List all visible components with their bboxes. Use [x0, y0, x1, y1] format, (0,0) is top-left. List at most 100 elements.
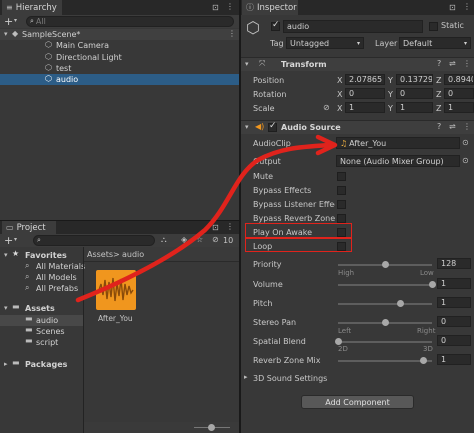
bypass-reverb-zones-checkbox[interactable] [337, 214, 346, 223]
menu-dots-icon[interactable]: ⋮ [463, 3, 471, 11]
breadcrumb-assets[interactable]: Assets [87, 250, 113, 259]
preset-sliders-icon[interactable]: ⇌ [449, 60, 456, 68]
audio-file-asset[interactable]: After_You [96, 270, 136, 323]
preset-sliders-icon[interactable]: ⇌ [449, 123, 456, 131]
lock-icon[interactable]: ⊡ [212, 4, 219, 12]
spatial-blend-value-field[interactable]: 0 [437, 335, 471, 346]
priority-slider-knob[interactable] [381, 261, 389, 268]
expand-arrow-icon[interactable]: ▾ [245, 61, 249, 68]
layer-dropdown[interactable]: Default ▾ [399, 37, 471, 49]
folder-item[interactable]: ▬ script [0, 337, 83, 348]
constrain-proportions-link-icon[interactable]: ⊘ [323, 104, 330, 112]
output-field[interactable]: None (Audio Mixer Group) [336, 155, 460, 167]
position-y-field[interactable]: 0.13729 [396, 74, 433, 85]
collapsed-arrow-icon[interactable]: ▸ [4, 361, 8, 368]
expand-arrow-icon[interactable]: ▾ [245, 124, 249, 131]
hierarchy-item[interactable]: ⬡ test [0, 63, 239, 74]
dropdown-arrow-icon[interactable]: ▾ [14, 237, 17, 243]
menu-dots-icon[interactable]: ⋮ [463, 60, 471, 68]
position-z-value: 0.89405 [448, 75, 473, 84]
favorites-row[interactable]: ▾ ★ Favorites [0, 250, 83, 261]
dropdown-arrow-icon[interactable]: ▾ [14, 18, 17, 24]
pitch-value-field[interactable]: 1 [437, 297, 471, 308]
priority-value-field[interactable]: 128 [437, 258, 471, 269]
menu-dots-icon[interactable]: ⋮ [463, 123, 471, 131]
menu-dots-icon[interactable]: ⋮ [228, 30, 236, 38]
icon-size-slider-knob[interactable] [208, 424, 215, 431]
object-picker-icon[interactable]: ⊙ [462, 139, 469, 147]
rotation-x-field[interactable]: 0 [345, 88, 385, 99]
scale-z-field[interactable]: 1 [444, 102, 474, 113]
hierarchy-add-button[interactable]: + [4, 15, 13, 28]
spatial-blend-slider-track[interactable] [338, 341, 432, 343]
assets-row[interactable]: ▾ ▬ Assets [0, 303, 83, 314]
lock-icon[interactable]: ⊡ [449, 4, 456, 12]
hidden-packages-eye-icon[interactable]: ⊘ [212, 236, 219, 244]
pitch-slider-track[interactable] [338, 303, 432, 305]
static-checkbox[interactable] [429, 22, 438, 31]
stereo-pan-value-field[interactable]: 0 [437, 316, 471, 327]
search-icon: ⌕ [25, 261, 30, 270]
help-icon[interactable]: ? [437, 60, 441, 68]
mute-checkbox[interactable] [337, 172, 346, 181]
hierarchy-item[interactable]: ⬡ Directional Light [0, 52, 239, 63]
rotation-y-field[interactable]: 0 [396, 88, 433, 99]
stereo-pan-slider-knob[interactable] [381, 319, 389, 326]
packages-row[interactable]: ▸ ▬ Packages [0, 359, 83, 370]
3d-sound-settings-label[interactable]: 3D Sound Settings [253, 374, 327, 383]
folder-item-selected[interactable]: ▬ audio [0, 315, 83, 326]
audio-clip-field[interactable]: ♫ After_You [336, 137, 460, 149]
transform-axes-icon: ⤧ [259, 59, 266, 68]
rotation-x-value: 0 [349, 89, 355, 98]
filter-by-label-icon[interactable]: ◈ [181, 236, 187, 244]
audio-source-enabled-checkbox[interactable] [268, 121, 277, 132]
pitch-slider-knob[interactable] [397, 300, 405, 307]
spatial-blend-slider-knob[interactable] [334, 338, 342, 345]
object-name-input[interactable]: audio [283, 20, 423, 33]
bypass-listener-effects-checkbox[interactable] [337, 200, 346, 209]
volume-slider-knob[interactable] [428, 281, 436, 288]
collapsed-arrow-icon[interactable]: ▸ [244, 374, 248, 381]
volume-slider-track[interactable] [338, 284, 432, 286]
tab-inspector[interactable]: ⓘ Inspector [242, 0, 298, 15]
tab-project[interactable]: ▭ Project [2, 221, 56, 234]
scene-row[interactable]: ▾ ◆ SampleScene* ⋮ [0, 29, 239, 40]
menu-dots-icon[interactable]: ⋮ [226, 3, 234, 11]
reverb-zone-mix-value-field[interactable]: 1 [437, 354, 471, 365]
expand-arrow-icon[interactable]: ▾ [4, 31, 8, 38]
hierarchy-item-selected[interactable]: ⬡ audio [0, 74, 239, 85]
project-add-button[interactable]: + [4, 234, 13, 247]
help-icon[interactable]: ? [437, 123, 441, 131]
scale-x-field[interactable]: 1 [345, 102, 385, 113]
hierarchy-search-input[interactable]: ⌕ All [26, 16, 234, 27]
reverb-zone-mix-slider-knob[interactable] [420, 357, 428, 364]
favorite-star-icon[interactable]: ☆ [196, 236, 203, 244]
audio-source-header[interactable]: ▾ ◀) Audio Source ? ⇌ ⋮ [241, 120, 474, 134]
position-x-field[interactable]: 2.07865 [345, 74, 385, 85]
position-z-field[interactable]: 0.89405 [444, 74, 474, 85]
add-component-button[interactable]: Add Component [301, 395, 414, 409]
rotation-z-field[interactable]: 0 [444, 88, 474, 99]
expand-arrow-icon[interactable]: ▾ [4, 252, 8, 259]
project-splitter[interactable] [83, 247, 84, 433]
reverb-zone-mix-slider-track[interactable] [338, 360, 432, 362]
favorite-item[interactable]: ⌕ All Prefabs [0, 283, 83, 294]
menu-dots-icon[interactable]: ⋮ [226, 223, 234, 231]
project-search-input[interactable]: ⌕ [33, 235, 155, 246]
favorite-item[interactable]: ⌕ All Models [0, 272, 83, 283]
tab-hierarchy[interactable]: ≡ Hierarchy [2, 0, 62, 15]
expand-arrow-icon[interactable]: ▾ [4, 305, 8, 312]
favorite-item[interactable]: ⌕ All Materials [0, 261, 85, 272]
scale-y-field[interactable]: 1 [396, 102, 433, 113]
object-picker-icon[interactable]: ⊙ [462, 157, 469, 165]
breadcrumb-audio[interactable]: audio [122, 250, 144, 259]
filter-by-type-icon[interactable]: ⛬ [161, 236, 167, 244]
volume-value-field[interactable]: 1 [437, 278, 471, 289]
bypass-effects-checkbox[interactable] [337, 186, 346, 195]
hierarchy-item[interactable]: ⬡ Main Camera [0, 40, 239, 51]
tag-dropdown[interactable]: Untagged ▾ [286, 37, 364, 49]
transform-header[interactable]: ▾ ⤧ Transform ? ⇌ ⋮ [241, 57, 474, 71]
lock-icon[interactable]: ⊡ [212, 224, 219, 232]
folder-item[interactable]: ▬ Scenes [0, 326, 83, 337]
object-active-checkbox[interactable] [271, 20, 280, 31]
